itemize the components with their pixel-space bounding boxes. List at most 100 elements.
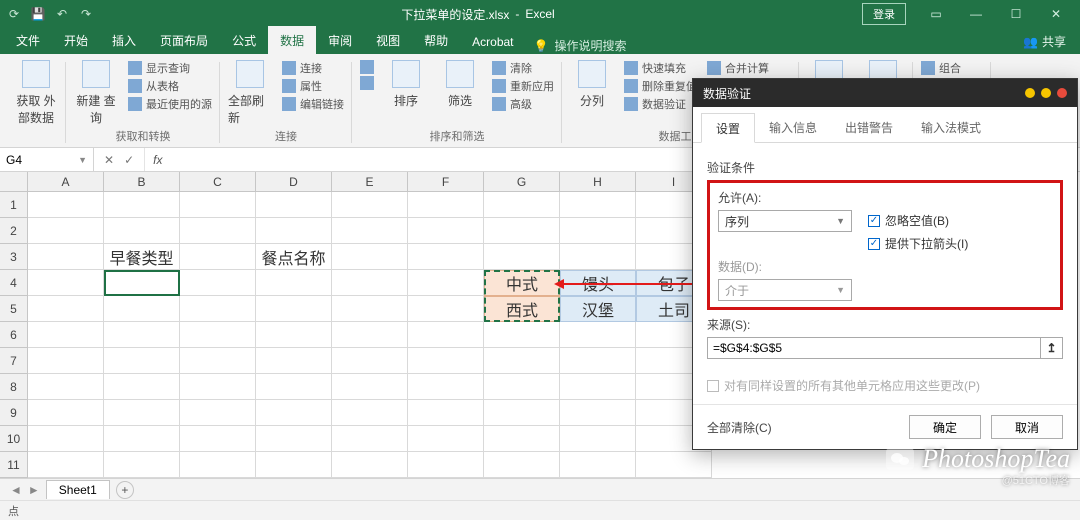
col-header-F[interactable]: F (408, 172, 484, 192)
properties[interactable]: 属性 (282, 78, 344, 94)
cell-F6[interactable] (408, 322, 484, 348)
col-header-A[interactable]: A (28, 172, 104, 192)
cell-A5[interactable] (28, 296, 104, 322)
cell-A1[interactable] (28, 192, 104, 218)
cancel-button[interactable]: 取消 (991, 415, 1063, 439)
tab-help[interactable]: 帮助 (412, 26, 460, 54)
cell-D1[interactable] (256, 192, 332, 218)
sheet-nav-next[interactable]: ► (28, 483, 40, 497)
select-all-corner[interactable] (0, 172, 28, 192)
cell-B10[interactable] (104, 426, 180, 452)
cell-C10[interactable] (180, 426, 256, 452)
cell-G3[interactable] (484, 244, 560, 270)
cell-G7[interactable] (484, 348, 560, 374)
ok-button[interactable]: 确定 (909, 415, 981, 439)
cell-F2[interactable] (408, 218, 484, 244)
cell-F11[interactable] (408, 452, 484, 478)
login-button[interactable]: 登录 (862, 3, 906, 25)
row-header-9[interactable]: 9 (0, 400, 28, 426)
cell-H5[interactable]: 汉堡 (560, 296, 636, 322)
filter-button[interactable]: 筛选 (438, 60, 482, 109)
dialog-close-icon[interactable] (1057, 88, 1067, 98)
cell-D10[interactable] (256, 426, 332, 452)
cell-F3[interactable] (408, 244, 484, 270)
get-external-data-button[interactable]: 获取 外部数据 (14, 60, 58, 126)
minimize-icon[interactable]: — (958, 3, 994, 25)
cancel-formula-icon[interactable]: ✕ (104, 153, 114, 167)
show-queries[interactable]: 显示查询 (128, 60, 212, 76)
row-header-8[interactable]: 8 (0, 374, 28, 400)
cell-D6[interactable] (256, 322, 332, 348)
cell-A6[interactable] (28, 322, 104, 348)
cell-A3[interactable] (28, 244, 104, 270)
cell-G5[interactable]: 西式 (484, 296, 560, 322)
cell-E9[interactable] (332, 400, 408, 426)
cell-E11[interactable] (332, 452, 408, 478)
tab-file[interactable]: 文件 (4, 26, 52, 54)
maximize-icon[interactable]: ☐ (998, 3, 1034, 25)
cell-A7[interactable] (28, 348, 104, 374)
cell-H11[interactable] (560, 452, 636, 478)
share-button[interactable]: 👥 共享 (1013, 29, 1076, 54)
recent-sources[interactable]: 最近使用的源 (128, 96, 212, 112)
fx-icon[interactable]: fx (145, 153, 170, 167)
cell-B8[interactable] (104, 374, 180, 400)
row-header-2[interactable]: 2 (0, 218, 28, 244)
cell-I11[interactable] (636, 452, 712, 478)
cell-A10[interactable] (28, 426, 104, 452)
row-header-10[interactable]: 10 (0, 426, 28, 452)
cell-H3[interactable] (560, 244, 636, 270)
edit-links[interactable]: 编辑链接 (282, 96, 344, 112)
name-box[interactable]: G4 ▼ (0, 148, 94, 171)
sort-button[interactable]: 排序 (384, 60, 428, 109)
dlg-tab-error[interactable]: 出错警告 (831, 113, 907, 142)
cell-G9[interactable] (484, 400, 560, 426)
source-input[interactable] (707, 337, 1041, 359)
cell-C1[interactable] (180, 192, 256, 218)
cell-G11[interactable] (484, 452, 560, 478)
tab-formula[interactable]: 公式 (220, 26, 268, 54)
cell-H10[interactable] (560, 426, 636, 452)
from-table[interactable]: 从表格 (128, 78, 212, 94)
cell-F4[interactable] (408, 270, 484, 296)
advanced[interactable]: 高级 (492, 96, 554, 112)
cell-C5[interactable] (180, 296, 256, 322)
cell-E6[interactable] (332, 322, 408, 348)
cell-B5[interactable] (104, 296, 180, 322)
remove-dup[interactable]: 删除重复值 (624, 78, 697, 94)
allow-select[interactable]: 序列 ▼ (718, 210, 852, 232)
row-header-1[interactable]: 1 (0, 192, 28, 218)
cell-C4[interactable] (180, 270, 256, 296)
row-header-4[interactable]: 4 (0, 270, 28, 296)
cell-F10[interactable] (408, 426, 484, 452)
cell-D2[interactable] (256, 218, 332, 244)
ribbon-display-icon[interactable]: ▭ (918, 3, 954, 25)
redo-icon[interactable]: ↷ (78, 6, 94, 22)
dlg-tab-input[interactable]: 输入信息 (755, 113, 831, 142)
tell-me[interactable]: 💡 操作说明搜索 (534, 37, 627, 54)
cell-B2[interactable] (104, 218, 180, 244)
tab-view[interactable]: 视图 (364, 26, 412, 54)
col-header-D[interactable]: D (256, 172, 332, 192)
cell-B9[interactable] (104, 400, 180, 426)
sort-az[interactable] (360, 60, 374, 74)
cell-E2[interactable] (332, 218, 408, 244)
cell-H8[interactable] (560, 374, 636, 400)
text-to-columns-button[interactable]: 分列 (570, 60, 614, 109)
cell-F9[interactable] (408, 400, 484, 426)
cell-G2[interactable] (484, 218, 560, 244)
autosave-icon[interactable]: ⟳ (6, 6, 22, 22)
col-header-G[interactable]: G (484, 172, 560, 192)
cell-D4[interactable] (256, 270, 332, 296)
row-header-7[interactable]: 7 (0, 348, 28, 374)
clear-filter[interactable]: 清除 (492, 60, 554, 76)
cell-E8[interactable] (332, 374, 408, 400)
save-icon[interactable]: 💾 (30, 6, 46, 22)
new-sheet-button[interactable]: + (116, 481, 134, 499)
cell-C9[interactable] (180, 400, 256, 426)
cell-G10[interactable] (484, 426, 560, 452)
tab-home[interactable]: 开始 (52, 26, 100, 54)
cell-B7[interactable] (104, 348, 180, 374)
cell-C2[interactable] (180, 218, 256, 244)
tab-insert[interactable]: 插入 (100, 26, 148, 54)
